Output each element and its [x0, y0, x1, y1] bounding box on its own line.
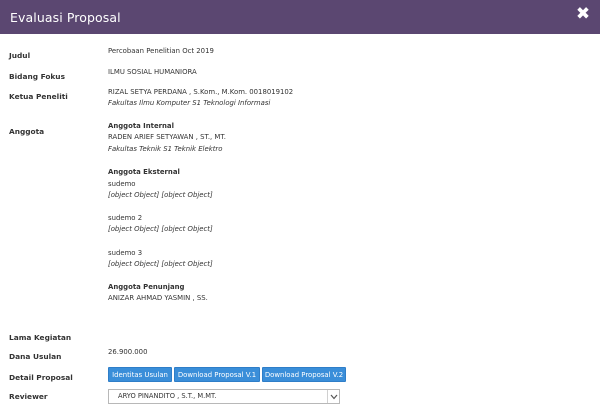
judul-label: Judul: [9, 51, 31, 60]
reviewer-label: Reviewer: [9, 392, 48, 401]
eksternal-member-detail: [object Object] [object Object]: [108, 191, 213, 199]
download-proposal-v2-button[interactable]: Download Proposal V.2: [262, 367, 346, 382]
close-icon[interactable]: ✖: [574, 5, 592, 23]
eksternal-member-detail: [object Object] [object Object]: [108, 225, 213, 233]
reviewer-select[interactable]: ARYO PINANDITO , S.T., M.MT.: [108, 389, 340, 404]
ketua-peneliti-label: Ketua Peneliti: [9, 92, 68, 101]
eksternal-member-name: sudemo 2: [108, 214, 143, 222]
lama-kegiatan-label: Lama Kegiatan: [9, 333, 72, 342]
dana-usulan-value: 26.900.000: [108, 348, 148, 356]
modal-title: Evaluasi Proposal: [10, 9, 121, 25]
chevron-down-icon[interactable]: [327, 390, 339, 403]
anggota-penunjang-heading: Anggota Penunjang: [108, 283, 185, 291]
dana-usulan-label: Dana Usulan: [9, 352, 62, 361]
ketua-peneliti-name: RIZAL SETYA PERDANA , S.Kom., M.Kom. 001…: [108, 88, 294, 96]
modal-header: Evaluasi Proposal ✖: [0, 0, 600, 34]
bidang-fokus-label: Bidang Fokus: [9, 72, 65, 81]
anggota-internal-heading: Anggota Internal: [108, 122, 174, 130]
anggota-internal-name: RADEN ARIEF SETYAWAN , ST., MT.: [108, 133, 226, 141]
download-proposal-v1-button[interactable]: Download Proposal V.1: [174, 367, 260, 382]
reviewer-selected-value: ARYO PINANDITO , S.T., M.MT.: [118, 392, 217, 400]
anggota-label: Anggota: [9, 127, 45, 136]
bidang-fokus-value: ILMU SOSIAL HUMANIORA: [108, 68, 197, 76]
eksternal-member-name: sudemo: [108, 180, 136, 188]
anggota-internal-unit: Fakultas Teknik S1 Teknik Elektro: [108, 145, 223, 153]
identitas-usulan-button[interactable]: Identitas Usulan: [108, 367, 172, 382]
ketua-peneliti-unit: Fakultas Ilmu Komputer S1 Teknologi Info…: [108, 99, 271, 107]
eksternal-member-name: sudemo 3: [108, 249, 143, 257]
anggota-penunjang-name: ANIZAR AHMAD YASMIN , SS.: [108, 294, 208, 302]
eksternal-member-detail: [object Object] [object Object]: [108, 260, 213, 268]
detail-proposal-label: Detail Proposal: [9, 373, 73, 382]
anggota-eksternal-heading: Anggota Eksternal: [108, 168, 180, 176]
judul-value: Percobaan Penelitian Oct 2019: [108, 47, 214, 55]
